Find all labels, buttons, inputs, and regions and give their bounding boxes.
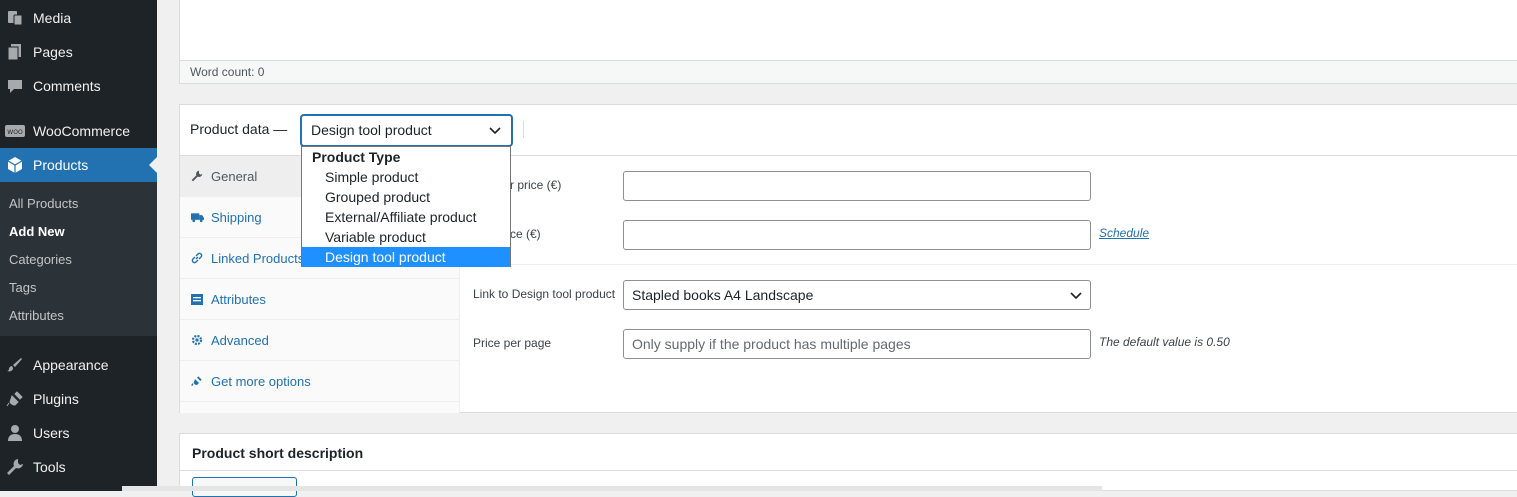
menu-item-media[interactable]: Media <box>0 1 157 35</box>
general-panel: r price (€) ce (€) Schedule Link to Desi… <box>461 156 1517 413</box>
truck-icon <box>190 212 204 223</box>
menu-item-comments[interactable]: Comments <box>0 69 157 103</box>
design-tool-select[interactable]: Stapled books A4 Landscape <box>623 280 1091 310</box>
list-icon <box>190 293 204 305</box>
schedule-link[interactable]: Schedule <box>1099 226 1149 240</box>
menu-label: Users <box>33 425 70 441</box>
menu-item-tools[interactable]: Tools <box>0 450 157 484</box>
short-description-title: Product short description <box>192 445 364 461</box>
woocommerce-icon: WOO <box>5 121 25 141</box>
menu-item-plugins[interactable]: Plugins <box>0 382 157 416</box>
wrench-icon <box>5 457 25 477</box>
dropdown-option[interactable]: Variable product <box>302 227 510 247</box>
tab-label: Get more options <box>211 373 311 389</box>
menu-label: Appearance <box>33 357 109 373</box>
dropdown-group-label: Product Type <box>312 149 401 165</box>
tab-label: Linked Products <box>211 250 305 266</box>
tab-advanced[interactable]: Advanced <box>180 320 460 361</box>
menu-label: Plugins <box>33 391 79 407</box>
menu-item-users[interactable]: Users <box>0 416 157 450</box>
price-per-page-placeholder: Only supply if the product has multiple … <box>632 336 911 352</box>
products-submenu: All Products Add New Categories Tags Att… <box>0 182 157 336</box>
product-type-value: Design tool product <box>311 122 432 138</box>
plugin-icon <box>5 389 25 409</box>
menu-label: WooCommerce <box>33 123 130 139</box>
menu-label: Tools <box>33 459 66 475</box>
link-icon <box>190 252 204 264</box>
product-data-title: Product data — <box>190 121 288 137</box>
dropdown-option[interactable]: Simple product <box>302 167 510 187</box>
price-per-page-hint: The default value is 0.50 <box>1099 335 1230 349</box>
svg-text:WOO: WOO <box>7 129 23 136</box>
product-type-select[interactable]: Design tool product <box>301 115 512 146</box>
menu-label: Media <box>33 10 72 26</box>
dropdown-option[interactable]: Grouped product <box>302 187 510 207</box>
tab-get-more-options[interactable]: Get more options <box>180 361 460 402</box>
wrench-icon <box>190 170 204 182</box>
tab-label: General <box>211 168 258 184</box>
design-tool-value: Stapled books A4 Landscape <box>632 287 814 303</box>
menu-label: Products <box>33 157 89 173</box>
submenu-categories[interactable]: Categories <box>9 252 72 267</box>
price-per-page-label: Price per page <box>473 336 552 350</box>
gear-icon <box>190 334 204 346</box>
regular-price-input[interactable] <box>623 171 1091 201</box>
sale-price-input[interactable] <box>623 220 1091 250</box>
dropdown-option-selected[interactable]: Design tool product <box>302 247 510 267</box>
submenu-attributes[interactable]: Attributes <box>9 308 64 323</box>
comments-icon <box>5 76 25 96</box>
products-box-icon <box>5 155 25 175</box>
design-tool-label: Link to Design tool product <box>473 287 616 301</box>
horizontal-scrollbar[interactable] <box>122 486 1102 491</box>
dropdown-option[interactable]: External/Affiliate product <box>302 207 510 227</box>
short-description-box: Product short description <box>179 433 1517 497</box>
regular-price-label: r price (€) <box>510 178 562 192</box>
tab-attributes[interactable]: Attributes <box>180 279 460 320</box>
sale-price-label: ce (€) <box>510 227 541 241</box>
admin-sidebar: Media Pages Comments WOO WooCommerce Pro… <box>0 0 157 491</box>
menu-item-appearance[interactable]: Appearance <box>0 348 157 382</box>
submenu-add-new[interactable]: Add New <box>9 224 65 239</box>
menu-label: Comments <box>33 78 101 94</box>
product-type-dropdown: Product Type Simple product Grouped prod… <box>301 146 511 267</box>
menu-item-woocommerce[interactable]: WOO WooCommerce <box>0 114 157 148</box>
plugin-icon <box>190 375 204 387</box>
media-icon <box>5 8 25 28</box>
price-per-page-input[interactable]: Only supply if the product has multiple … <box>623 329 1091 359</box>
content-editor[interactable] <box>179 0 1517 61</box>
tab-label: Shipping <box>211 209 262 225</box>
menu-item-products[interactable]: Products <box>0 148 157 182</box>
menu-item-pages[interactable]: Pages <box>0 35 157 69</box>
tab-label: Advanced <box>211 332 269 348</box>
paintbrush-icon <box>5 355 25 375</box>
chevron-down-icon <box>1070 281 1082 318</box>
short-description-divider <box>180 470 1517 471</box>
panel-divider <box>461 264 1517 265</box>
user-icon <box>5 423 25 443</box>
submenu-all-products[interactable]: All Products <box>9 196 78 211</box>
submenu-tags[interactable]: Tags <box>9 280 36 295</box>
pages-icon <box>5 42 25 62</box>
tab-label: Attributes <box>211 291 266 307</box>
menu-label: Pages <box>33 44 73 60</box>
header-divider <box>523 121 524 138</box>
word-count: Word count: 0 <box>179 60 1517 84</box>
